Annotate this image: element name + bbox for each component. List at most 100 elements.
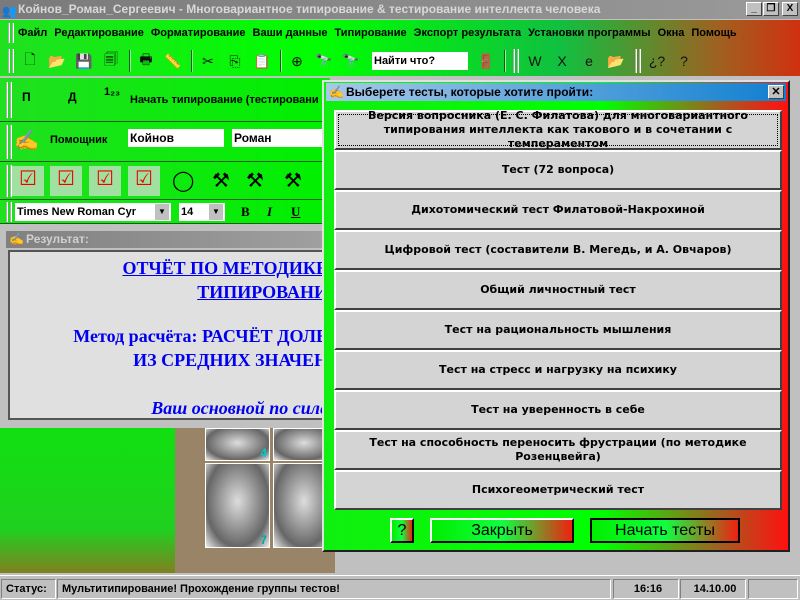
- first-name-field[interactable]: Роман: [232, 129, 328, 147]
- bold-button[interactable]: B: [241, 204, 250, 220]
- select-tests-dialog: ✍ Выберете тесты, которые хотите пройти:…: [322, 80, 790, 552]
- menu-windows[interactable]: Окна: [658, 27, 685, 39]
- test-button-filatov[interactable]: Версия вопросника (Е. С. Филатова) для м…: [334, 109, 782, 150]
- test-button-personality[interactable]: Общий личностный тест: [334, 270, 782, 310]
- find-next-icon[interactable]: 🔭: [339, 50, 363, 72]
- face-photo: 4: [205, 428, 270, 461]
- last-name-field[interactable]: Койнов: [128, 129, 224, 147]
- test-button-stress[interactable]: Тест на стресс и нагрузку на психику: [334, 350, 782, 390]
- background-area: [0, 428, 175, 573]
- result-window-icon: ✍: [9, 232, 24, 246]
- cut-icon[interactable]: ✂: [196, 50, 220, 72]
- help-icon[interactable]: ?: [672, 50, 696, 72]
- title-bar: 👥 Койнов_Роман_Сергеевич - Многовариантн…: [0, 0, 800, 19]
- print-icon[interactable]: 🖶: [134, 50, 158, 72]
- hammer-underline-icon[interactable]: ⚒: [284, 168, 302, 193]
- result-line: Ваш основной по силе: [151, 398, 328, 418]
- start-tests-button[interactable]: Начать тесты: [590, 518, 740, 543]
- steps-icon: 1₂₃: [104, 86, 121, 98]
- window-title: Койнов_Роман_Сергеевич - Многовариантное…: [18, 2, 601, 16]
- exit-door-icon[interactable]: 🚪: [474, 50, 498, 72]
- status-bar: Статус: Мультитипирование! Прохождение г…: [0, 575, 800, 600]
- word-export-icon[interactable]: W: [523, 50, 547, 72]
- dialog-close-button[interactable]: ✕: [768, 85, 784, 99]
- checkbox-icon-1[interactable]: ☑: [12, 166, 44, 196]
- helper-hand-icon[interactable]: ✍: [14, 128, 39, 153]
- chevron-down-icon[interactable]: ▼: [209, 204, 223, 220]
- context-help-icon[interactable]: ¿?: [645, 50, 669, 72]
- status-time: 16:16: [613, 579, 679, 599]
- menu-help[interactable]: Помощь: [691, 27, 736, 39]
- report-heading-2: ТИПИРОВАНИ: [197, 282, 328, 302]
- italic-button[interactable]: I: [267, 204, 272, 220]
- help-button[interactable]: ?: [390, 518, 414, 543]
- search-input[interactable]: Найти что?: [372, 52, 468, 70]
- close-button[interactable]: X: [782, 2, 798, 16]
- dialog-title-bar: ✍ Выберете тесты, которые хотите пройти:…: [326, 83, 786, 101]
- report-heading-1: ОТЧЁТ ПО МЕТОДИКЕ: [122, 258, 328, 278]
- toolbar-grip-3[interactable]: [635, 49, 641, 73]
- status-extra-panel: [748, 579, 798, 599]
- result-content[interactable]: ОТЧЁТ ПО МЕТОДИКЕ ТИПИРОВАНИ Метод расчё…: [8, 250, 328, 420]
- menu-your-data[interactable]: Ваши данные: [253, 27, 328, 39]
- faces-picture: 4 7: [175, 428, 335, 573]
- result-title: Результат:: [26, 232, 89, 246]
- typing-toolbar: П Д 1₂₃ Начать типирование (тестировани: [0, 78, 330, 122]
- menu-format[interactable]: Форматирование: [151, 27, 246, 39]
- test-button-confidence[interactable]: Тест на уверенность в себе: [334, 390, 782, 430]
- menu-typing[interactable]: Типирование: [335, 27, 407, 39]
- menu-edit[interactable]: Редактирование: [54, 27, 144, 39]
- find-icon[interactable]: 🔭: [312, 50, 336, 72]
- checkbox-icon-3[interactable]: ☑: [89, 166, 121, 196]
- test-button-72[interactable]: Тест (72 вопроса): [334, 150, 782, 190]
- checkbox-icon-4[interactable]: ☑: [128, 166, 160, 196]
- test-toolbar: ☑ ☑ ☑ ☑ ◯ ⚒ ⚒ ⚒: [0, 162, 330, 200]
- save-all-icon[interactable]: 🗐: [99, 50, 123, 72]
- toolbar-grip[interactable]: [8, 49, 14, 73]
- start-typing-button[interactable]: Начать типирование (тестировани: [130, 94, 319, 106]
- d-button[interactable]: Д: [68, 90, 77, 104]
- status-message: Мультитипирование! Прохождение группы те…: [57, 579, 611, 599]
- p-button[interactable]: П: [22, 90, 31, 104]
- menu-export[interactable]: Экспорт результата: [414, 27, 521, 39]
- globe-icon[interactable]: ⊕: [285, 50, 309, 72]
- test-button-digital[interactable]: Цифровой тест (составители В. Мегедь, и …: [334, 230, 782, 270]
- menu-settings[interactable]: Установки программы: [528, 27, 650, 39]
- font-select[interactable]: Times New Roman Cyr: [15, 203, 171, 221]
- test-button-dichotomic[interactable]: Дихотомический тест Филатовой-Накрохиной: [334, 190, 782, 230]
- result-window: ✍ Результат: ОТЧЁТ ПО МЕТОДИКЕ ТИПИРОВАНИ…: [2, 228, 328, 426]
- close-dialog-button[interactable]: Закрыть: [430, 518, 574, 543]
- tools-icon[interactable]: ⚒: [212, 168, 230, 193]
- app-icon: 👥: [2, 4, 17, 18]
- ruler-icon[interactable]: 📏: [161, 50, 185, 72]
- dialog-title: Выберете тесты, которые хотите пройти:: [346, 85, 594, 99]
- dialog-icon: ✍: [329, 85, 344, 99]
- open-folder-icon[interactable]: 📂: [45, 50, 69, 72]
- ring-icon[interactable]: ◯: [172, 168, 194, 193]
- maximize-button[interactable]: ❐: [763, 2, 779, 16]
- minimize-button[interactable]: _: [746, 2, 762, 16]
- test-button-frustration[interactable]: Тест на способность переносить фрустраци…: [334, 430, 782, 470]
- excel-export-icon[interactable]: X: [550, 50, 574, 72]
- hammer-icon[interactable]: ⚒: [246, 168, 264, 193]
- save-icon[interactable]: 💾: [72, 50, 96, 72]
- result-title-bar: ✍ Результат:: [6, 231, 328, 248]
- status-date: 14.10.00: [680, 579, 746, 599]
- internet-explorer-icon[interactable]: e: [577, 50, 601, 72]
- helper-toolbar: ✍ Помощник Койнов Роман: [0, 122, 330, 162]
- method-line-1: Метод расчёта: РАСЧЁТ ДОЛЕ: [73, 326, 328, 346]
- toolbar-grip-2[interactable]: [513, 49, 519, 73]
- chevron-down-icon[interactable]: ▼: [155, 204, 169, 220]
- open-icon[interactable]: 📂: [604, 50, 628, 72]
- helper-button[interactable]: Помощник: [50, 134, 107, 146]
- menu-grip[interactable]: [8, 23, 14, 43]
- checkbox-icon-2[interactable]: ☑: [50, 166, 82, 196]
- status-label: Статус:: [1, 579, 56, 599]
- test-button-psychogeometric[interactable]: Психогеометрический тест: [334, 470, 782, 510]
- paste-icon[interactable]: 📋: [250, 50, 274, 72]
- copy-icon[interactable]: ⎘: [223, 50, 247, 72]
- new-file-icon[interactable]: 🗋: [18, 50, 42, 72]
- underline-button[interactable]: U: [291, 204, 300, 220]
- menu-file[interactable]: Файл: [18, 27, 47, 39]
- test-button-rationality[interactable]: Тест на рациональность мышления: [334, 310, 782, 350]
